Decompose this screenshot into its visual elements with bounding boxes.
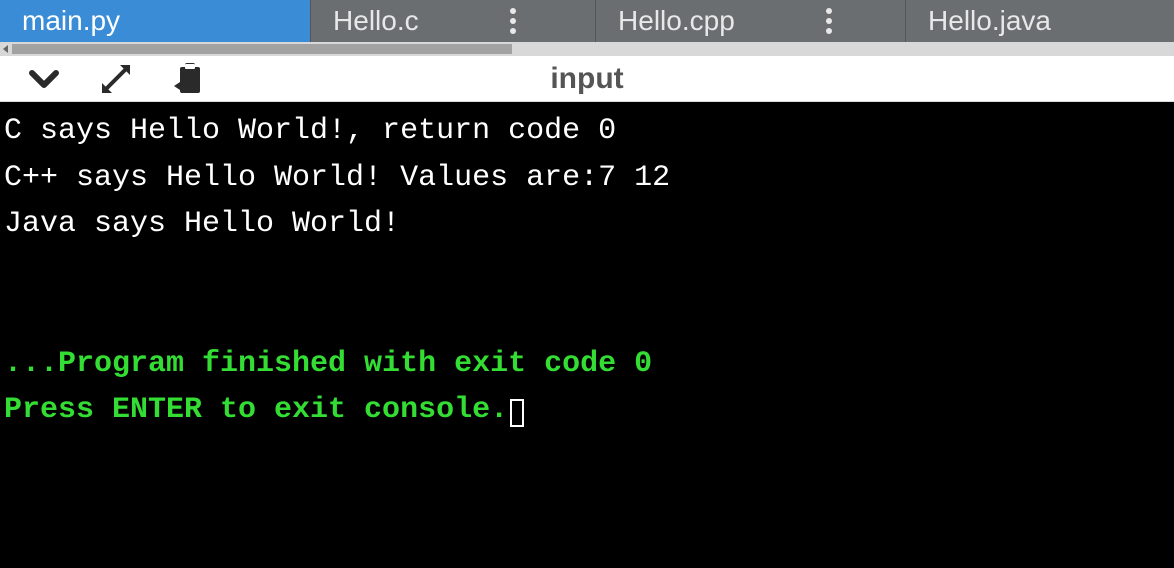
- tab-hello-cpp[interactable]: Hello.cpp: [596, 0, 906, 42]
- console-toolbar: input: [0, 56, 1174, 102]
- tab-main-py[interactable]: main.py: [0, 0, 311, 42]
- console-line: C++ says Hello World! Values are:7 12: [4, 161, 670, 195]
- console-status-line: ...Program finished with exit code 0: [4, 347, 652, 381]
- scrollbar-thumb[interactable]: [12, 44, 512, 54]
- tab-bar: main.py Hello.c Hello.cpp Hello.java: [0, 0, 1174, 42]
- console-output: C says Hello World!, return code 0 C++ s…: [0, 102, 1174, 568]
- more-vertical-icon[interactable]: [509, 7, 517, 35]
- tab-hello-java[interactable]: Hello.java: [906, 0, 1174, 42]
- console-line: C says Hello World!, return code 0: [4, 114, 616, 148]
- tab-label: Hello.c: [333, 5, 419, 37]
- tab-hello-c[interactable]: Hello.c: [311, 0, 596, 42]
- tab-label: main.py: [22, 5, 120, 37]
- console-prompt-line: Press ENTER to exit console.: [4, 393, 508, 427]
- scroll-left-icon[interactable]: [0, 42, 12, 56]
- tab-label: Hello.cpp: [618, 5, 735, 37]
- horizontal-scrollbar[interactable]: [0, 42, 1174, 56]
- text-cursor-icon: [510, 399, 524, 427]
- more-vertical-icon[interactable]: [825, 7, 833, 35]
- console-title: input: [550, 62, 623, 96]
- chevron-down-icon[interactable]: [24, 59, 64, 99]
- console-line: Java says Hello World!: [4, 207, 400, 241]
- tab-label: Hello.java: [928, 5, 1051, 37]
- clipboard-paste-icon[interactable]: [168, 59, 208, 99]
- expand-icon[interactable]: [96, 59, 136, 99]
